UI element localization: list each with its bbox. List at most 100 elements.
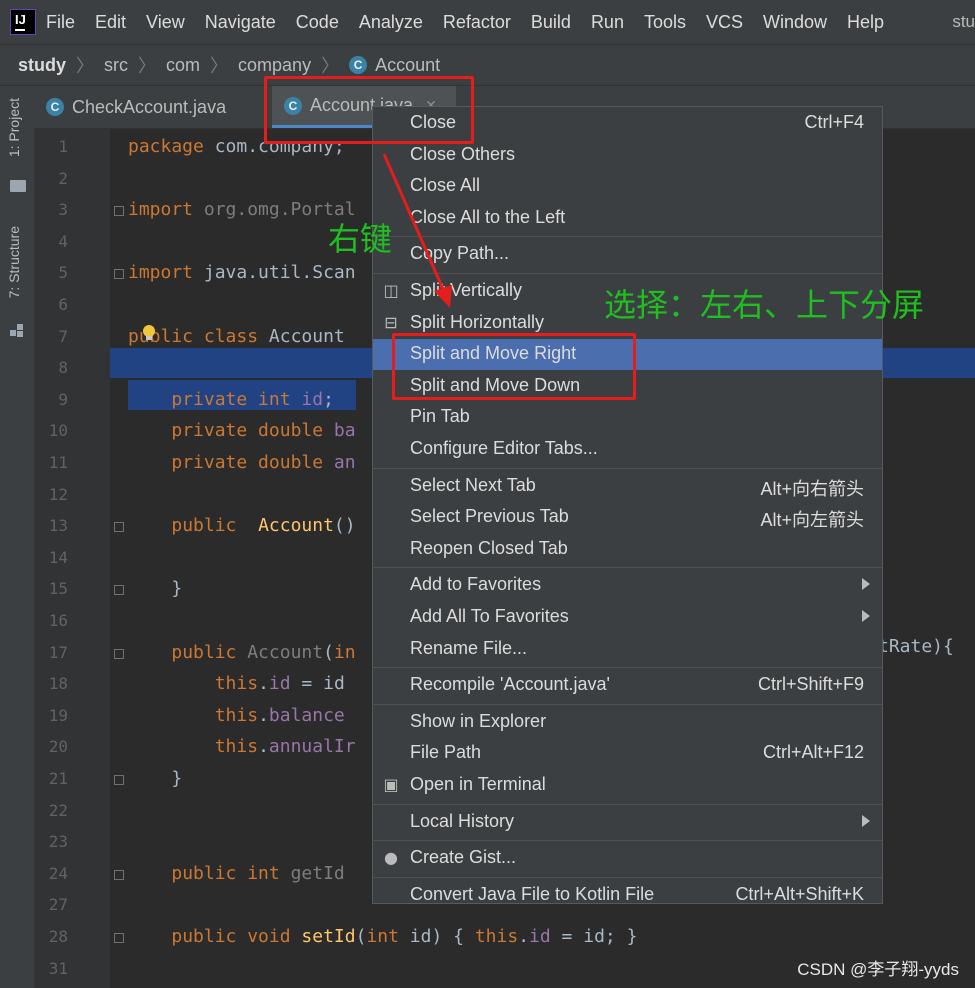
menu-item-label: Select Next Tab [410,474,536,495]
menu-vcs[interactable]: VCS [706,12,743,33]
code-token: private int [171,388,302,410]
breadcrumb-item[interactable]: Account [375,55,440,76]
context-menu-item[interactable]: Add All To Favorites [373,602,882,633]
structure-tool-label: 7: Structure [6,226,22,299]
chevron-right-icon: 〉 [321,56,340,76]
menu-item-label: Create Gist... [410,847,517,868]
code-token: public [171,641,248,663]
menu-window[interactable]: Window [763,12,827,33]
code-token: balance [268,704,345,726]
code-line: } [128,578,182,599]
line-number: 6 [58,295,68,314]
java-class-icon: C [349,56,368,74]
menu-separator [373,703,882,705]
line-number: 13 [48,516,68,536]
java-class-icon: C [46,98,64,116]
code-line: } [128,768,182,789]
line-number: 2 [58,168,68,188]
code-line: this.id = id [128,673,345,694]
structure-tool-tab[interactable]: 7: Structure [6,226,22,298]
line-number: 10 [48,421,68,441]
annotation-box-tab [264,76,474,144]
menu-item-shortcut: Ctrl+Alt+Shift+K [735,883,864,904]
lightbulb-icon[interactable] [141,324,157,342]
context-menu-item[interactable]: Configure Editor Tabs... [373,434,882,465]
menu-run[interactable]: Run [591,12,624,33]
code-token: import [128,199,204,221]
context-menu-item[interactable]: ▣ Open in Terminal [373,770,882,801]
breadcrumb-item[interactable]: study [18,55,66,76]
breadcrumb-item[interactable]: company [238,55,311,76]
context-menu-item[interactable]: Recompile 'Account.java' Ctrl+Shift+F9 [373,670,882,701]
tool-window-strip: 1: Project 7: Structure [0,86,35,988]
menu-item-label: Open in Terminal [410,774,546,794]
context-menu-item[interactable]: Rename File... [373,634,882,665]
context-menu-item[interactable]: Local History [373,807,882,838]
submenu-arrow-icon [862,610,870,622]
menu-refactor[interactable]: Refactor [443,12,511,33]
line-number: 20 [48,737,68,757]
window-title-fragment: stu [952,12,975,31]
menu-build[interactable]: Build [531,12,571,33]
code-token: = id; } [550,926,638,947]
context-menu-item[interactable]: Select Previous Tab Alt+向左箭头 [373,502,882,533]
code-line: import org.omg.Portal [128,199,356,220]
line-number: 3 [58,200,68,220]
code-token: id [529,926,551,947]
context-menu-item[interactable]: Reopen Closed Tab [373,534,882,565]
menu-item-label: Add All To Favorites [410,606,569,626]
tab-checkaccount[interactable]: C CheckAccount.java [34,86,266,128]
submenu-arrow-icon [862,814,870,827]
code-token: = id [290,673,345,695]
menu-help[interactable]: Help [847,12,884,33]
menu-file[interactable]: File [46,12,75,33]
context-menu-item[interactable]: Select Next Tab Alt+向右箭头 [373,471,882,502]
context-menu-item[interactable]: ● Create Gist... [373,843,882,874]
code-token: ; [323,388,334,410]
menu-analyze[interactable]: Analyze [359,12,423,33]
code-token: in [333,641,356,663]
menu-separator [373,803,882,805]
annotation-box-split [392,333,636,400]
code-token: public [171,515,259,537]
code-fragment: tRate){ [878,636,954,657]
context-menu-item[interactable]: File Path Ctrl+Alt+F12 [373,738,882,769]
code-line: private double ba [128,420,356,442]
breadcrumb-item[interactable]: src [104,55,128,76]
line-number: 28 [48,927,68,946]
line-number: 12 [48,484,68,504]
terminal-icon: ▣ [383,775,399,794]
context-menu-item[interactable]: Convert Java File to Kotlin File Ctrl+Alt… [373,880,882,911]
watermark: CSDN @李子翔-yyds [797,960,959,979]
breadcrumb: study 〉 src 〉 com 〉 company 〉 C Account [0,44,975,86]
menu-tools[interactable]: Tools [644,12,686,33]
tab-label: CheckAccount.java [72,96,227,117]
code-token: . [258,673,269,695]
code-token: ba [333,420,356,442]
context-menu-item[interactable]: Add to Favorites [373,570,882,601]
code-token: . [258,736,269,758]
breadcrumb-item[interactable]: com [166,55,200,76]
context-menu-item[interactable]: Show in Explorer [373,707,882,738]
menu-view[interactable]: View [146,12,185,33]
menu-code[interactable]: Code [296,12,339,33]
structure-icon [10,324,24,338]
menu-separator [373,876,882,878]
project-tool-tab[interactable]: 1: Project [6,98,22,157]
menu-navigate[interactable]: Navigate [205,12,276,33]
code-token: public void [171,926,302,947]
context-menu-item[interactable]: Pin Tab [373,402,882,433]
line-number-gutter: 1 2 3 4 5 6 7 8 9 10 11 12 13 14 15 16 17 18 19 20 21 22 23 24 2… [34,128,124,988]
line-number: 17 [48,642,68,662]
line-number: 21 [48,769,68,788]
github-icon: ● [384,848,398,868]
annotation-choose-split: 选择：左右、上下分屏 [604,286,925,324]
menu-edit[interactable]: Edit [95,12,126,33]
menu-item-shortcut: Alt+向左箭头 [760,510,864,531]
chevron-right-icon: 〉 [210,56,229,76]
